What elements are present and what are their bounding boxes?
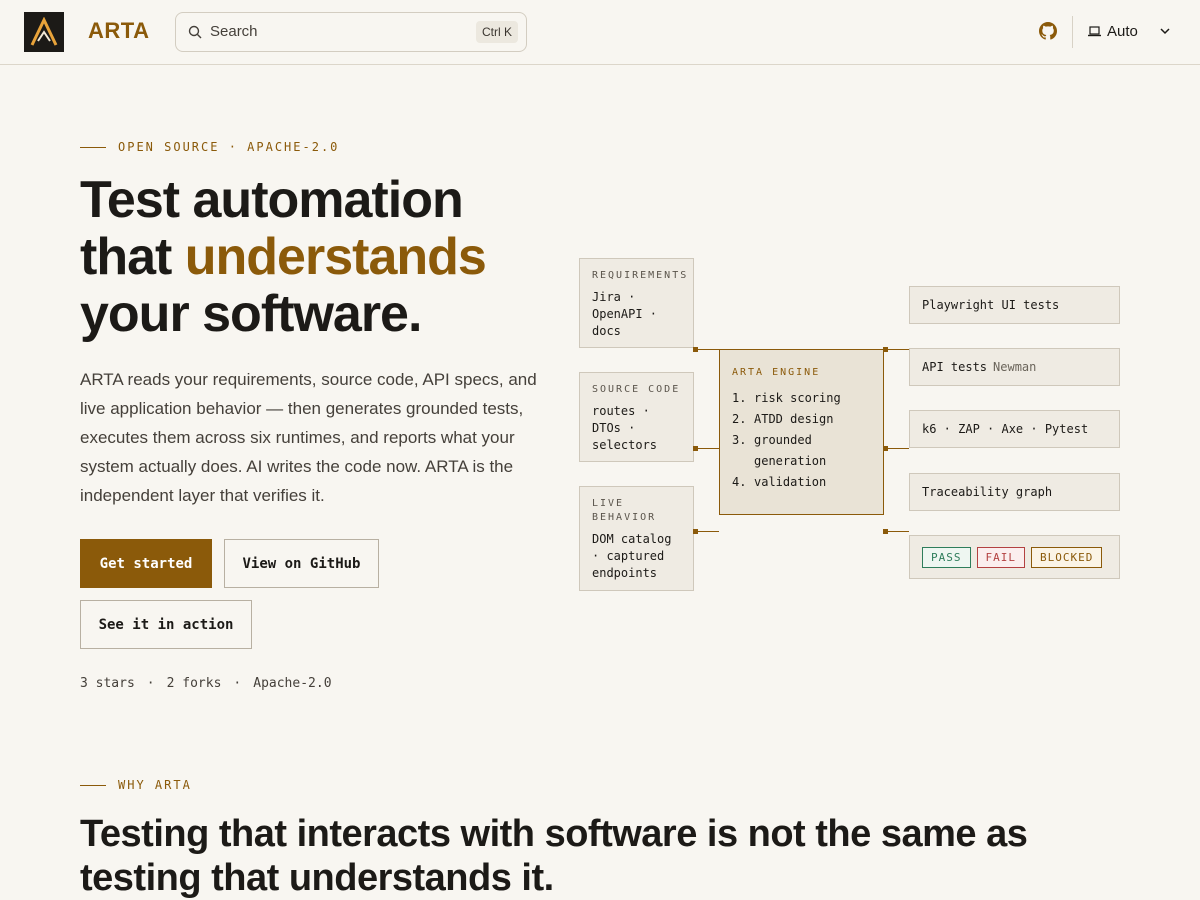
input-text: routes · DTOs · selectors — [592, 404, 658, 452]
output-playwright: Playwright UI tests — [909, 286, 1120, 324]
eyebrow-rule — [80, 146, 106, 148]
engine-step: 1. risk scoring — [732, 388, 871, 409]
hero-title-line1: Test automation — [80, 171, 464, 229]
eyebrow-text: WHY ARTA — [118, 778, 192, 792]
output-text: Traceability graph — [922, 485, 1053, 499]
hero-title-line3: your software. — [80, 285, 422, 343]
repo-meta: 3 stars · 2 forks · Apache-2.0 — [80, 676, 332, 691]
engine-step-text: validation — [754, 475, 827, 489]
connector-dot — [693, 446, 698, 451]
output-status-badges: PASS FAIL BLOCKED — [909, 535, 1120, 579]
eyebrow-text: OPEN SOURCE · APACHE-2.0 — [118, 140, 340, 154]
stars-count: 3 stars — [80, 676, 135, 691]
input-label: LIVE BEHAVIOR — [592, 498, 657, 523]
theme-label: Auto — [1107, 22, 1138, 40]
hero-title-accent: understands — [184, 228, 487, 286]
github-icon[interactable] — [1039, 22, 1057, 40]
output-text: API tests — [922, 360, 988, 374]
logo[interactable] — [24, 12, 64, 52]
chevron-down-icon[interactable] — [1159, 25, 1171, 37]
meta-separator: · — [233, 676, 242, 691]
input-requirements: REQUIREMENTS Jira · OpenAPI · docs — [579, 258, 694, 348]
engine-steps: 1. risk scoring 2. ATDD design 3. grounded … — [732, 388, 871, 493]
eyebrow-rule — [80, 784, 106, 786]
engine-step: 3. grounded generation — [732, 430, 871, 472]
search-shortcut: Ctrl K — [476, 21, 518, 43]
view-on-github-button[interactable]: View on GitHub — [224, 539, 379, 588]
input-text: Jira · OpenAPI · docs — [592, 290, 658, 338]
pass-badge: PASS — [922, 546, 971, 568]
theme-switcher[interactable]: Auto — [1088, 20, 1138, 42]
fail-badge: FAIL — [976, 546, 1025, 568]
output-text: k6 · ZAP · Axe · Pytest — [922, 422, 1089, 436]
output-text: Playwright UI tests — [922, 298, 1060, 312]
connector-dot — [883, 446, 888, 451]
see-it-in-action-button[interactable]: See it in action — [80, 600, 252, 649]
header-divider — [1072, 16, 1073, 48]
output-tools: k6 · ZAP · Axe · Pytest — [909, 410, 1120, 448]
engine-step: 2. ATDD design — [732, 409, 871, 430]
meta-separator: · — [146, 676, 155, 691]
get-started-button[interactable]: Get started — [80, 539, 212, 588]
why-title: Testing that interacts with software is … — [80, 813, 1028, 899]
hero-title: Test automation that understands your so… — [80, 172, 580, 343]
license-label: Apache-2.0 — [253, 676, 332, 691]
hero-title-line2-pre: that — [80, 228, 185, 286]
output-api-tests: API tests Newman — [909, 348, 1120, 386]
hero-description: ARTA reads your requirements, source cod… — [80, 370, 537, 505]
search-icon — [188, 25, 202, 39]
output-traceability: Traceability graph — [909, 473, 1120, 511]
connector-dot — [693, 529, 698, 534]
input-source-code: SOURCE CODE routes · DTOs · selectors — [579, 372, 694, 462]
input-label: REQUIREMENTS — [592, 270, 689, 281]
input-label: SOURCE CODE — [592, 384, 681, 395]
output-subtext: Newman — [993, 360, 1037, 374]
engine-step-text: grounded generation — [754, 433, 827, 468]
arta-engine-box: ARTA ENGINE 1. risk scoring 2. ATDD design… — [719, 349, 884, 515]
connector-dot — [883, 347, 888, 352]
laptop-icon — [1088, 25, 1101, 36]
engine-step-text: ATDD design — [754, 412, 834, 426]
search-box[interactable]: Search Ctrl K — [175, 12, 527, 52]
engine-label: ARTA ENGINE — [732, 367, 821, 378]
engine-step: 4. validation — [732, 472, 871, 493]
brand-name[interactable]: ARTA — [88, 18, 149, 44]
arta-logo-icon — [30, 17, 58, 46]
input-live-behavior: LIVE BEHAVIOR DOM catalog · captured end… — [579, 486, 694, 591]
input-text: DOM catalog · captured endpoints — [592, 532, 672, 580]
connector-dot — [883, 529, 888, 534]
blocked-badge: BLOCKED — [1031, 546, 1103, 568]
engine-step-text: risk scoring — [754, 391, 841, 405]
forks-count: 2 forks — [166, 676, 222, 691]
hero-eyebrow: OPEN SOURCE · APACHE-2.0 — [80, 140, 339, 154]
top-header: ARTA Search Ctrl K Auto — [0, 0, 1200, 65]
connector-dot — [693, 347, 698, 352]
search-placeholder: Search — [210, 23, 258, 40]
why-eyebrow: WHY ARTA — [80, 778, 192, 792]
